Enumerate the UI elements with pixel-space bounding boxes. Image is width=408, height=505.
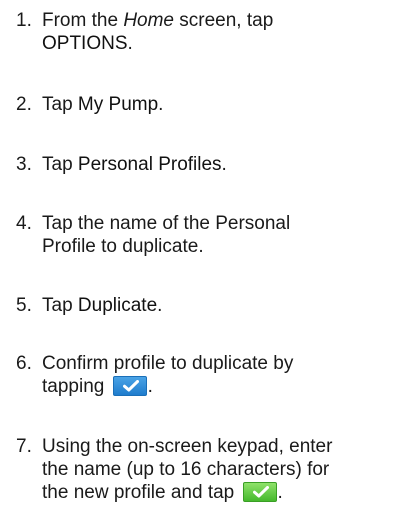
step-text-part: Tap: [42, 94, 78, 115]
step-text-part: .: [158, 94, 164, 115]
step-text: From the Home screen, tap OPTIONS.: [42, 9, 398, 55]
checkmark-button-icon: [242, 482, 277, 502]
checkmark-icon: [122, 380, 139, 392]
step-text-part: Using the on-screen keypad, enter: [42, 436, 333, 457]
step-text-part: Tap the name of the Personal: [42, 213, 291, 234]
step-text: Confirm profile to duplicate by tapping …: [42, 352, 398, 398]
ui-term-my-pump: My Pump: [77, 94, 159, 115]
step-text-part: .: [277, 482, 283, 503]
step-text-part: Tap: [42, 295, 78, 316]
step-text-part: .: [157, 295, 163, 316]
step-text: Tap the name of the Personal Profile to …: [42, 212, 398, 258]
step-text-part: .: [127, 33, 133, 54]
step-number: 7.: [16, 436, 32, 457]
step-text-part: tapping: [42, 376, 105, 397]
screen-name-home: Home: [123, 10, 174, 31]
step-text: Tap Personal Profiles.: [42, 153, 398, 176]
step-text-part: Tap: [42, 154, 78, 175]
step-number: 2.: [16, 94, 32, 115]
step-number: 6.: [16, 353, 32, 374]
checkmark-icon: [252, 486, 269, 498]
step-text-part: .: [221, 154, 227, 175]
ui-term-personal-profiles: Personal Profiles: [77, 154, 222, 175]
ui-term-options: OPTIONS: [42, 33, 128, 54]
step-text: Using the on-screen keypad, enter the na…: [42, 435, 398, 504]
step-text-part: From the: [42, 10, 124, 31]
step-number: 1.: [16, 10, 32, 31]
step-number: 5.: [16, 295, 32, 316]
step-text-part: the name (up to 16 characters) for: [42, 459, 330, 480]
ui-term-duplicate: Duplicate: [77, 295, 158, 316]
step-number: 3.: [16, 154, 32, 175]
step-text-part: the new profile and tap: [42, 482, 235, 503]
step-text-part: Confirm profile to duplicate by: [42, 353, 294, 374]
checkmark-button-icon: [112, 376, 147, 396]
step-number: 4.: [16, 213, 32, 234]
step-text: Tap My Pump.: [42, 93, 398, 116]
step-text-part: Profile to duplicate.: [42, 236, 204, 257]
step-text-part: .: [147, 376, 153, 397]
step-text-part: screen, tap: [174, 10, 274, 31]
step-text: Tap Duplicate.: [42, 294, 398, 317]
